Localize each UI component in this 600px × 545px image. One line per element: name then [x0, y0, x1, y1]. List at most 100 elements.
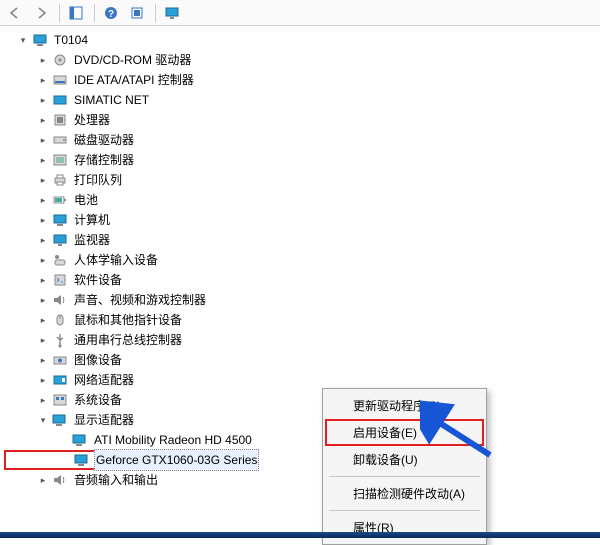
expand-icon[interactable]: ▸	[36, 373, 50, 387]
category-label: 计算机	[72, 209, 112, 231]
network-adapter-icon	[52, 372, 68, 388]
category-label: 监视器	[72, 229, 112, 251]
expand-icon[interactable]: ▸	[36, 73, 50, 87]
category-node[interactable]: ▸ 鼠标和其他指针设备	[4, 310, 600, 330]
device-label: ATI Mobility Radeon HD 4500	[92, 429, 254, 451]
category-node[interactable]: ▸ 人体学输入设备	[4, 250, 600, 270]
menu-update-driver[interactable]: 更新驱动程序(P)	[325, 392, 484, 419]
expand-icon[interactable]: ▸	[36, 313, 50, 327]
device-tree[interactable]: ▾ T0104 ▸DVD/CD-ROM 驱动器▸IDE ATA/ATAPI 控制…	[0, 26, 600, 494]
back-icon	[7, 5, 23, 21]
expand-icon[interactable]: ▸	[36, 113, 50, 127]
category-label: 图像设备	[72, 349, 124, 371]
category-label: 处理器	[72, 109, 112, 131]
toolbar: ?	[0, 0, 600, 26]
root-label: T0104	[52, 29, 90, 51]
cpu-icon	[52, 112, 68, 128]
category-label: 网络适配器	[72, 369, 136, 391]
mouse-icon	[52, 312, 68, 328]
monitor-icon	[164, 5, 180, 21]
category-display-adapter[interactable]: ▾ 显示适配器	[4, 410, 600, 430]
system-device-icon	[52, 392, 68, 408]
category-label: 显示适配器	[72, 409, 136, 431]
leaf-spacer	[56, 433, 70, 447]
expand-icon[interactable]: ▸	[36, 193, 50, 207]
bottom-bar	[0, 532, 600, 538]
expand-icon[interactable]: ▸	[36, 293, 50, 307]
storage-controller-icon	[52, 152, 68, 168]
category-node[interactable]: ▸ IDE ATA/ATAPI 控制器	[4, 70, 600, 90]
menu-separator	[329, 476, 480, 477]
category-label: 鼠标和其他指针设备	[72, 309, 184, 331]
usb-icon	[52, 332, 68, 348]
help-icon: ?	[103, 5, 119, 21]
network-card-icon	[52, 92, 68, 108]
category-node[interactable]: ▸ 打印队列	[4, 170, 600, 190]
svg-text:?: ?	[108, 9, 114, 20]
sound-icon	[52, 292, 68, 308]
expand-icon[interactable]: ▸	[36, 273, 50, 287]
imaging-icon	[52, 352, 68, 368]
hid-icon	[52, 252, 68, 268]
monitor-device-icon	[52, 232, 68, 248]
menu-scan-hardware[interactable]: 扫描检测硬件改动(A)	[325, 480, 484, 507]
expand-icon[interactable]: ▸	[36, 233, 50, 247]
expand-icon[interactable]: ▸	[36, 153, 50, 167]
category-node[interactable]: ▸ 通用串行总线控制器	[4, 330, 600, 350]
expand-icon[interactable]: ▸	[36, 133, 50, 147]
toolbar-help-btn[interactable]: ?	[100, 2, 124, 24]
battery-icon	[52, 192, 68, 208]
category-node[interactable]: ▸ 处理器	[4, 110, 600, 130]
expand-icon[interactable]: ▸	[36, 93, 50, 107]
expand-icon[interactable]: ▸	[36, 253, 50, 267]
toolbar-forward-btn[interactable]	[30, 2, 54, 24]
forward-icon	[33, 5, 49, 21]
category-label: 人体学输入设备	[72, 249, 160, 271]
category-label: 通用串行总线控制器	[72, 329, 184, 351]
collapse-icon[interactable]: ▾	[16, 33, 30, 47]
expand-icon[interactable]: ▸	[36, 173, 50, 187]
category-node[interactable]: ▸ 网络适配器	[4, 370, 600, 390]
category-node[interactable]: ▸ SIMATIC NET	[4, 90, 600, 110]
toolbar-monitor-btn[interactable]	[161, 2, 185, 24]
expand-icon[interactable]: ▸	[36, 393, 50, 407]
category-label: SIMATIC NET	[72, 89, 151, 111]
category-node[interactable]: ▸ 电池	[4, 190, 600, 210]
root-node[interactable]: ▾ T0104	[4, 30, 600, 50]
category-label: 系统设备	[72, 389, 124, 411]
toolbar-sep	[94, 4, 95, 22]
category-label: 音频输入和输出	[72, 469, 160, 491]
device-geforce[interactable]: Geforce GTX1060-03G Series	[4, 450, 234, 470]
category-label: 打印队列	[72, 169, 124, 191]
ide-controller-icon	[52, 72, 68, 88]
toolbar-views-btn[interactable]	[65, 2, 89, 24]
expand-icon[interactable]: ▸	[36, 213, 50, 227]
category-node[interactable]: ▸ 系统设备	[4, 390, 600, 410]
disk-drive-icon	[52, 132, 68, 148]
computer-icon	[52, 212, 68, 228]
category-node[interactable]: ▸ 计算机	[4, 210, 600, 230]
category-node[interactable]: ▸ 图像设备	[4, 350, 600, 370]
expand-icon[interactable]: ▸	[36, 53, 50, 67]
category-node[interactable]: ▸DVD/CD-ROM 驱动器	[4, 50, 600, 70]
menu-uninstall-device[interactable]: 卸载设备(U)	[325, 446, 484, 473]
menu-enable-device[interactable]: 启用设备(E)	[325, 419, 484, 446]
scan-icon	[129, 5, 145, 21]
leaf-spacer	[58, 453, 72, 467]
category-label: IDE ATA/ATAPI 控制器	[72, 69, 196, 91]
expand-icon[interactable]: ▸	[36, 353, 50, 367]
expand-icon[interactable]: ▸	[36, 473, 50, 487]
category-node[interactable]: ▸磁盘驱动器	[4, 130, 600, 150]
expand-icon[interactable]: ▸	[36, 333, 50, 347]
toolbar-back-btn[interactable]	[4, 2, 28, 24]
category-node[interactable]: ▸声音、视频和游戏控制器	[4, 290, 600, 310]
toolbar-sep	[155, 4, 156, 22]
category-node[interactable]: ▸存储控制器	[4, 150, 600, 170]
device-ati[interactable]: ATI Mobility Radeon HD 4500	[4, 430, 600, 450]
category-label: 电池	[72, 189, 100, 211]
category-node[interactable]: ▸软件设备	[4, 270, 600, 290]
toolbar-scan-btn[interactable]	[126, 2, 150, 24]
collapse-icon[interactable]: ▾	[36, 413, 50, 427]
category-node[interactable]: ▸ 监视器	[4, 230, 600, 250]
category-audio[interactable]: ▸ 音频输入和输出	[4, 470, 600, 490]
